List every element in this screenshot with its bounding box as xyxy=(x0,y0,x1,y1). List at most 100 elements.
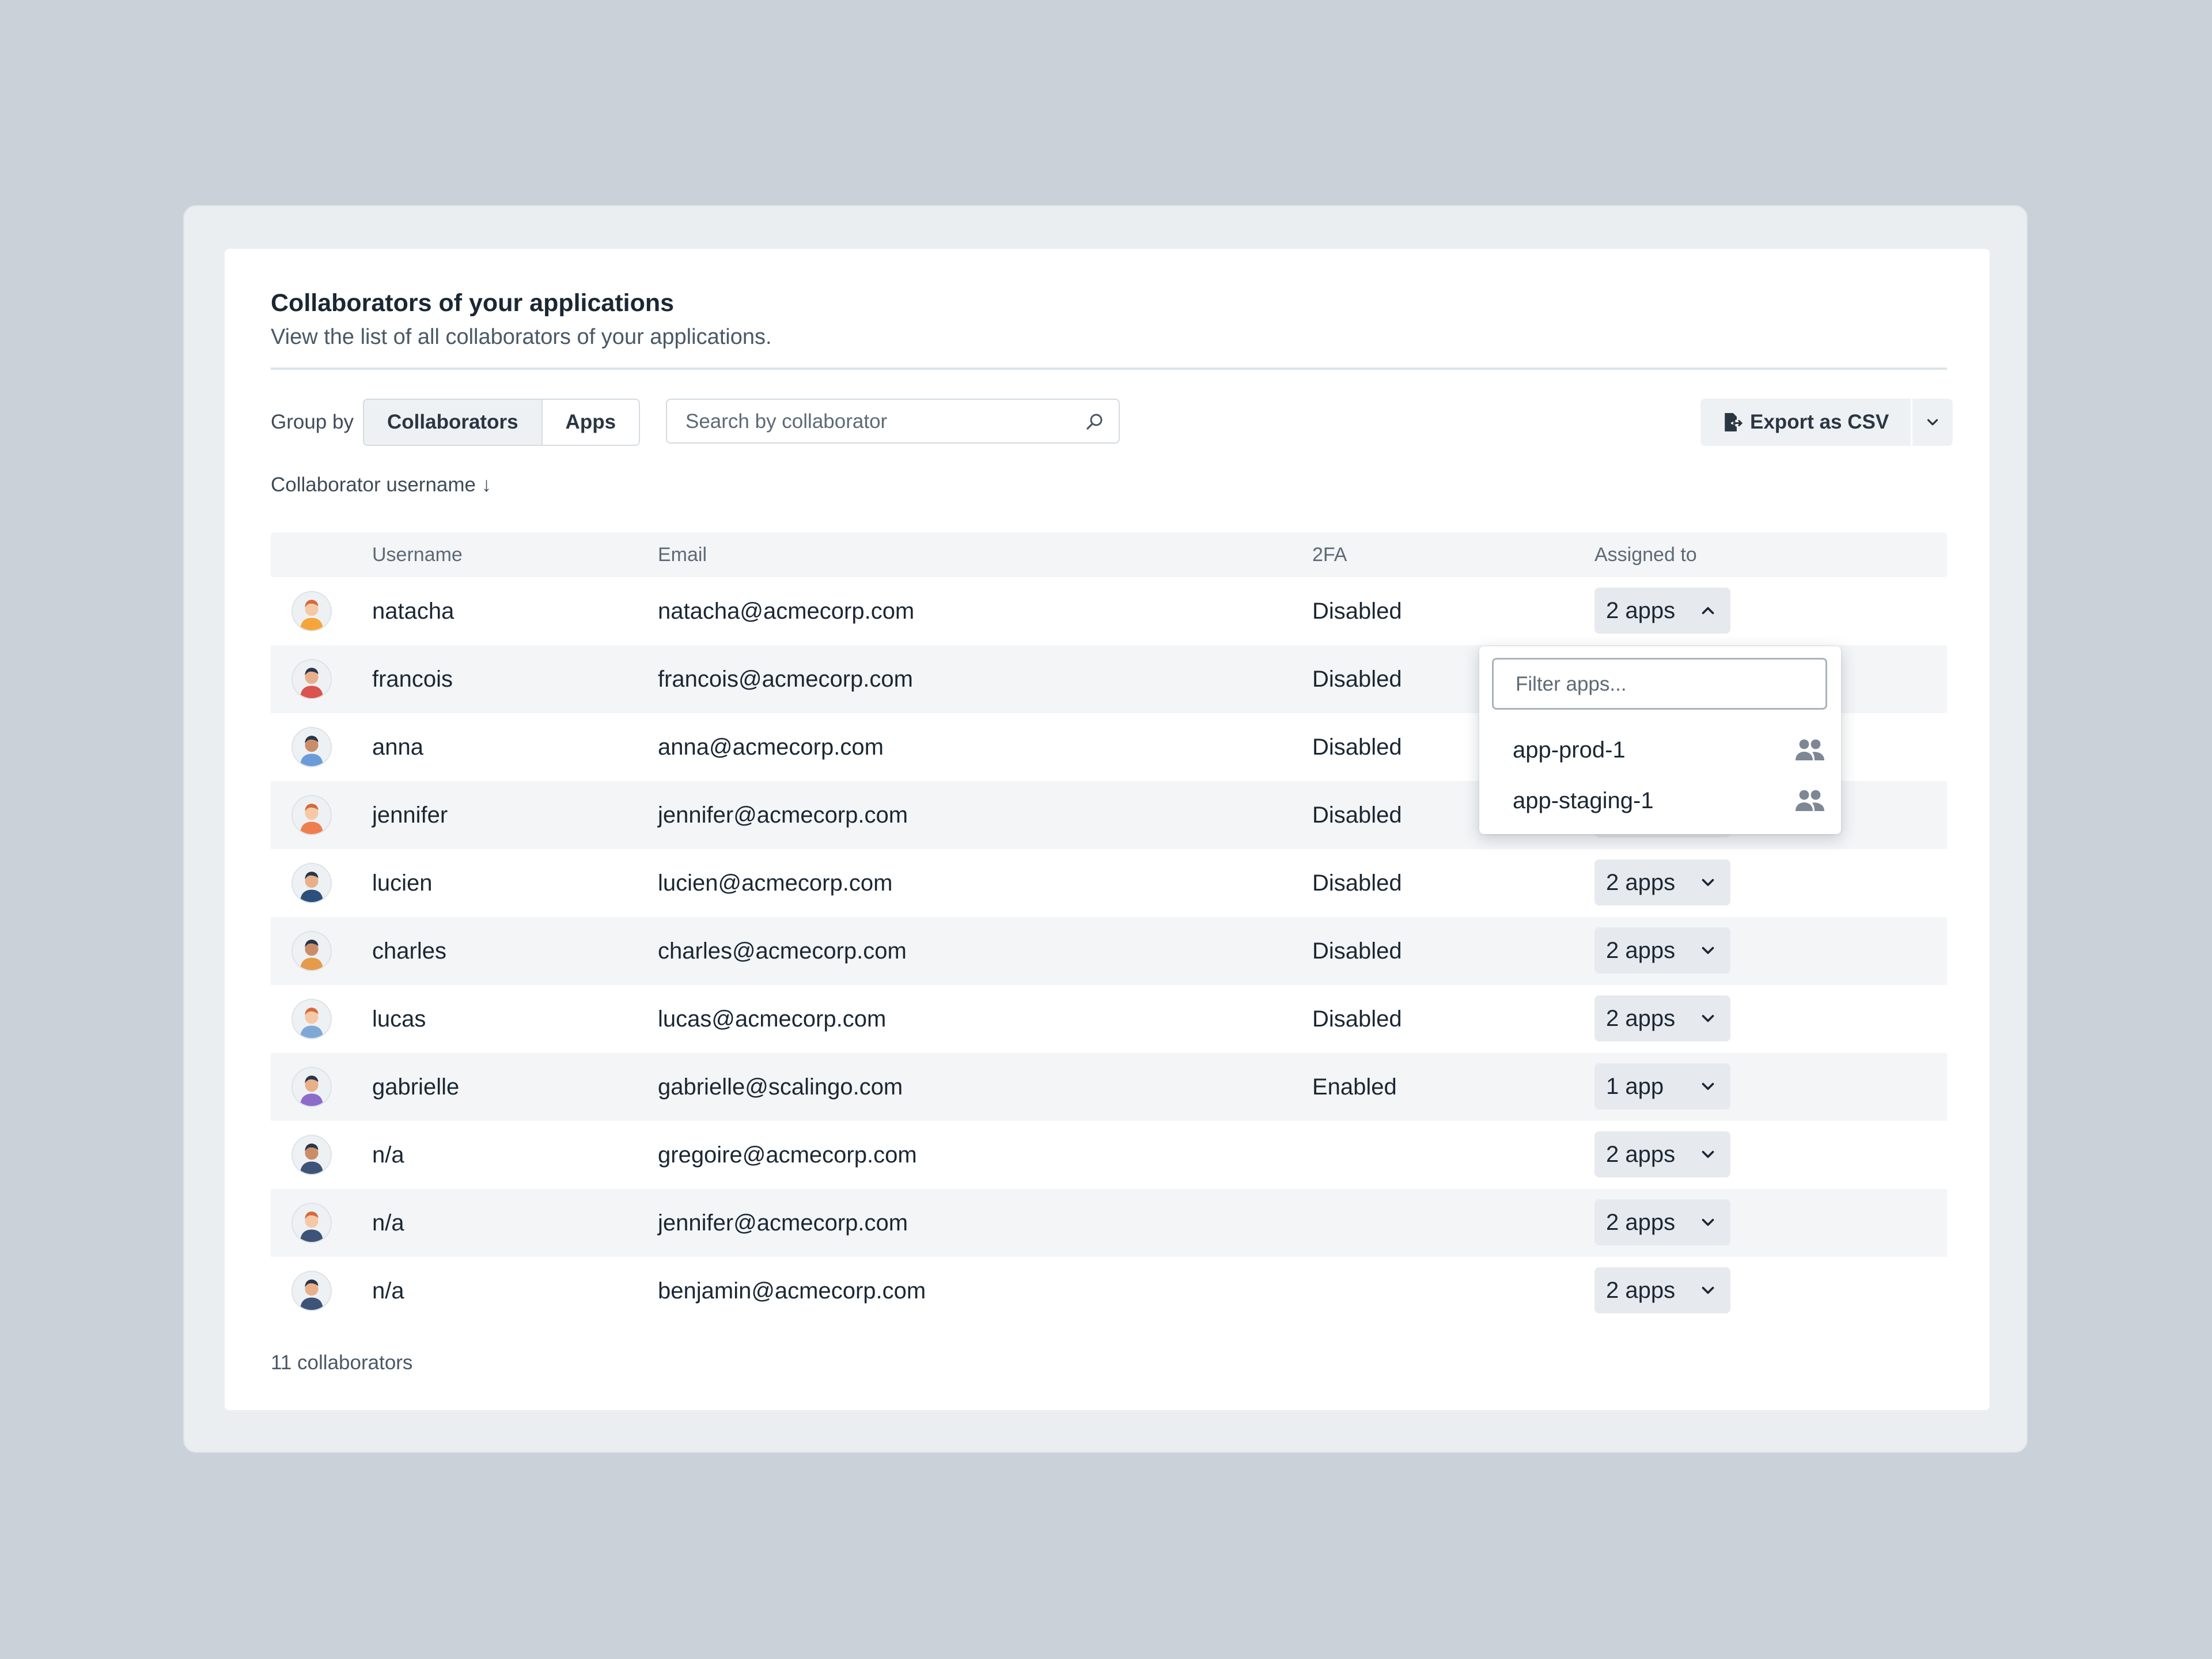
username-cell: jennifer xyxy=(372,781,448,849)
username-cell: charles xyxy=(372,917,446,985)
avatar xyxy=(291,1135,332,1175)
table-row: charles charles@acmecorp.com Disabled 2 app… xyxy=(271,917,1947,985)
email-cell: gabrielle@scalingo.com xyxy=(658,1053,903,1121)
assigned-apps-label: 2 apps xyxy=(1606,1131,1675,1177)
twofa-cell: Disabled xyxy=(1312,985,1402,1053)
collaborator-count: 11 collaborators xyxy=(271,1351,412,1374)
group-by-label: Group by xyxy=(271,399,354,446)
chevron-down-icon xyxy=(1698,873,1718,892)
table-row: n/a gregoire@acmecorp.com 2 apps xyxy=(271,1121,1947,1189)
assigned-apps-label: 2 apps xyxy=(1606,995,1675,1041)
avatar xyxy=(291,659,332,699)
assigned-apps-button[interactable]: 2 apps xyxy=(1594,995,1730,1041)
avatar xyxy=(291,863,332,903)
column-header-assigned-to: Assigned to xyxy=(1594,532,1697,577)
email-cell: charles@acmecorp.com xyxy=(658,917,907,985)
chevron-down-icon xyxy=(1698,1077,1718,1096)
file-export-icon xyxy=(1721,411,1743,434)
assigned-apps-button[interactable]: 2 apps xyxy=(1594,588,1730,634)
assigned-apps-button[interactable]: 2 apps xyxy=(1594,859,1730,906)
username-cell: n/a xyxy=(372,1121,404,1189)
assigned-apps-button[interactable]: 2 apps xyxy=(1594,1267,1730,1313)
export-split-button: Export as CSV xyxy=(1700,399,1953,446)
avatar xyxy=(291,795,332,835)
users-icon xyxy=(1795,737,1825,763)
assigned-apps-button[interactable]: 1 app xyxy=(1594,1063,1730,1109)
app-name: app-prod-1 xyxy=(1513,725,1626,775)
page-subtitle: View the list of all collaborators of yo… xyxy=(271,325,772,350)
group-by-toggle: Collaborators Apps xyxy=(363,399,640,446)
chevron-down-icon xyxy=(1698,941,1718,960)
column-header-2fa: 2FA xyxy=(1312,532,1347,577)
search-input[interactable] xyxy=(684,400,1078,444)
column-header-email: Email xyxy=(658,532,707,577)
table-row: n/a benjamin@acmecorp.com 2 apps xyxy=(271,1257,1947,1325)
app-name: app-staging-1 xyxy=(1513,775,1654,826)
avatar xyxy=(291,727,332,767)
dropdown-app-item[interactable]: app-prod-1 xyxy=(1479,725,1841,775)
username-cell: gabrielle xyxy=(372,1053,459,1121)
page-title: Collaborators of your applications xyxy=(271,289,674,317)
dropdown-app-item[interactable]: app-staging-1 xyxy=(1479,775,1841,826)
filter-apps-input[interactable] xyxy=(1514,660,1805,709)
assigned-apps-button[interactable]: 2 apps xyxy=(1594,1199,1730,1245)
table-row: gabrielle gabrielle@scalingo.com Enabled 1 … xyxy=(271,1053,1947,1121)
chevron-down-icon xyxy=(1698,1213,1718,1232)
table-row: lucien lucien@acmecorp.com Disabled 2 apps xyxy=(271,849,1947,917)
email-cell: gregoire@acmecorp.com xyxy=(658,1121,917,1189)
assigned-apps-label: 2 apps xyxy=(1606,859,1675,906)
twofa-cell: Disabled xyxy=(1312,917,1402,985)
email-cell: benjamin@acmecorp.com xyxy=(658,1257,926,1325)
chevron-down-icon xyxy=(1698,1145,1718,1164)
username-cell: lucien xyxy=(372,849,433,917)
assigned-apps-button[interactable]: 2 apps xyxy=(1594,1131,1730,1177)
assigned-apps-label: 2 apps xyxy=(1606,588,1675,634)
table-row: n/a jennifer@acmecorp.com 2 apps xyxy=(271,1189,1947,1257)
username-cell: n/a xyxy=(372,1257,404,1325)
group-by-collaborators-button[interactable]: Collaborators xyxy=(364,400,543,445)
username-cell: francois xyxy=(372,645,453,713)
column-header-username: Username xyxy=(372,532,463,577)
twofa-cell: Disabled xyxy=(1312,781,1402,849)
email-cell: francois@acmecorp.com xyxy=(658,645,913,713)
chevron-down-icon xyxy=(1924,414,1941,431)
email-cell: lucien@acmecorp.com xyxy=(658,849,892,917)
table-row: lucaslucas@acmecorp.comDisabled2 apps xyxy=(271,985,1947,1053)
avatar xyxy=(291,931,332,971)
avatar xyxy=(291,1067,332,1107)
table-row: natachanatacha@acmecorp.comDisabled2 app… xyxy=(271,577,1947,645)
twofa-cell: Enabled xyxy=(1312,1053,1397,1121)
search-icon[interactable] xyxy=(1084,411,1105,432)
assigned-apps-dropdown: app-prod-1 app-staging-1 xyxy=(1479,646,1841,834)
assigned-apps-label: 1 app xyxy=(1606,1063,1664,1109)
avatar xyxy=(291,1203,332,1243)
email-cell: natacha@acmecorp.com xyxy=(658,577,914,645)
username-cell: anna xyxy=(372,713,423,781)
twofa-cell: Disabled xyxy=(1312,713,1402,781)
twofa-cell: Disabled xyxy=(1312,577,1402,645)
chevron-down-icon xyxy=(1698,1009,1718,1028)
assigned-apps-label: 2 apps xyxy=(1606,927,1675,974)
users-icon xyxy=(1795,788,1825,813)
assigned-apps-button[interactable]: 2 apps xyxy=(1594,927,1730,974)
username-cell: n/a xyxy=(372,1189,404,1257)
avatar xyxy=(291,1271,332,1311)
twofa-cell: Disabled xyxy=(1312,645,1402,713)
email-cell: jennifer@acmecorp.com xyxy=(658,1189,908,1257)
sort-control[interactable]: Collaborator username ↓ xyxy=(271,474,491,497)
table-header: Username Email 2FA Assigned to xyxy=(271,532,1947,577)
filter-apps-box xyxy=(1492,658,1827,710)
avatar xyxy=(291,999,332,1039)
chevron-up-icon xyxy=(1698,601,1718,620)
assigned-apps-label: 2 apps xyxy=(1606,1267,1675,1313)
email-cell: lucas@acmecorp.com xyxy=(658,985,886,1053)
email-cell: jennifer@acmecorp.com xyxy=(658,781,908,849)
export-csv-button[interactable]: Export as CSV xyxy=(1700,399,1911,446)
header-divider xyxy=(271,368,1947,370)
group-by-apps-button[interactable]: Apps xyxy=(543,400,639,445)
avatar xyxy=(291,591,332,631)
chevron-down-icon xyxy=(1698,1281,1718,1300)
email-cell: anna@acmecorp.com xyxy=(658,713,884,781)
export-options-toggle[interactable] xyxy=(1911,399,1953,446)
twofa-cell: Disabled xyxy=(1312,849,1402,917)
